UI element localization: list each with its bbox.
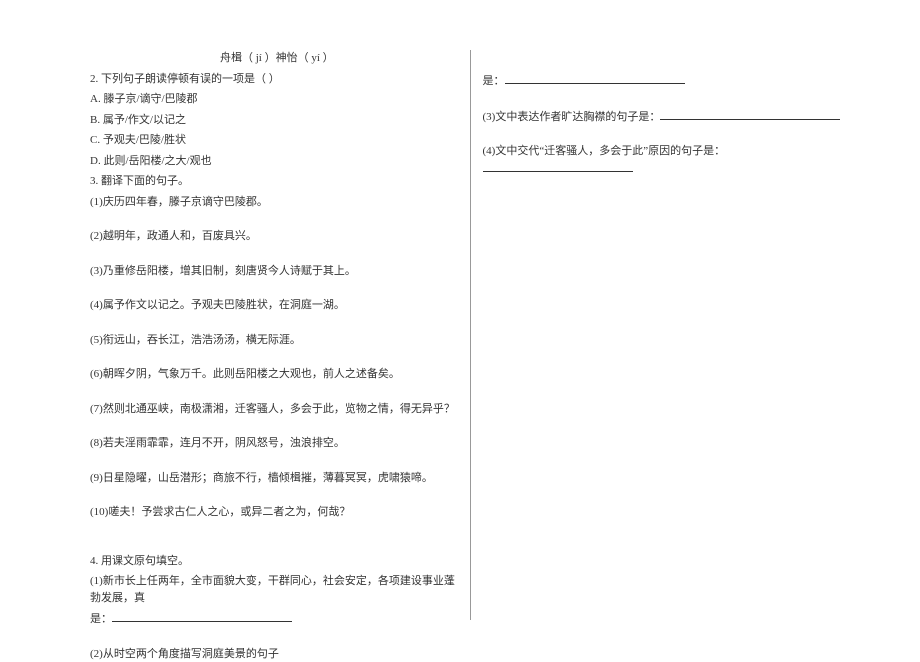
- q3-item-6: (6)朝晖夕阴，气象万千。此则岳阳楼之大观也，前人之述备矣。: [90, 366, 458, 383]
- q3-item-1: (1)庆历四年春，滕子京谪守巴陵郡。: [90, 194, 458, 211]
- right-line-4: (4)文中交代“迁客骚人，多会于此”原因的句子是：: [483, 143, 851, 177]
- q3-item-8: (8)若夫淫雨霏霏，连月不开，阴风怒号，浊浪排空。: [90, 435, 458, 452]
- option-b: B. 属予/作文/以记之: [90, 112, 458, 129]
- blank-line: [483, 160, 633, 172]
- q3-item-3: (3)乃重修岳阳楼，增其旧制，刻唐贤今人诗赋于其上。: [90, 263, 458, 280]
- right-line-1: 是：: [483, 72, 851, 90]
- q3-item-7: (7)然则北通巫峡，南极潇湘，迁客骚人，多会于此，览物之情，得无异乎？: [90, 401, 458, 418]
- q4-item-1b: 是：: [90, 610, 458, 628]
- q3-item-2: (2)越明年，政通人和，百废具兴。: [90, 228, 458, 245]
- q4-item-1: (1)新市长上任两年，全市面貌大变，干群同心，社会安定，各项建设事业蓬勃发展，真: [90, 573, 458, 606]
- question-4: 4. 用课文原句填空。: [90, 553, 458, 570]
- left-column: 舟楫（ jí ）神怡（ yí ） 2. 下列句子朗读停顿有误的一项是（ ） A.…: [90, 50, 471, 620]
- blank-line: [112, 610, 292, 622]
- option-a: A. 滕子京/谪守/巴陵郡: [90, 91, 458, 108]
- q3-item-4: (4)属予作文以记之。予观夫巴陵胜状，在洞庭一湖。: [90, 297, 458, 314]
- question-3: 3. 翻译下面的句子。: [90, 173, 458, 190]
- question-2: 2. 下列句子朗读停顿有误的一项是（ ）: [90, 71, 458, 88]
- q4-1b-label: 是：: [90, 613, 112, 625]
- option-d: D. 此则/岳阳楼/之大/观也: [90, 153, 458, 170]
- q3-item-5: (5)衔远山，吞长江，浩浩汤汤，横无际涯。: [90, 332, 458, 349]
- r4-label: (4)文中交代“迁客骚人，多会于此”原因的句子是：: [483, 145, 726, 157]
- right-line-3: (3)文中表达作者旷达胸襟的句子是：: [483, 108, 851, 126]
- q4-item-2: (2)从时空两个角度描写洞庭美景的句子: [90, 646, 458, 662]
- q3-item-10: (10)嗟夫！予尝求古仁人之心，或异二者之为，何哉？: [90, 504, 458, 521]
- option-c: C. 予观夫/巴陵/胜状: [90, 132, 458, 149]
- right-column: 是： (3)文中表达作者旷达胸襟的句子是： (4)文中交代“迁客骚人，多会于此”…: [471, 50, 851, 620]
- pinyin-header: 舟楫（ jí ）神怡（ yí ）: [90, 50, 458, 67]
- r1-label: 是：: [483, 75, 505, 87]
- r3-label: (3)文中表达作者旷达胸襟的句子是：: [483, 111, 661, 123]
- q3-item-9: (9)日星隐曜，山岳潜形；商旅不行，樯倾楫摧，薄暮冥冥，虎啸猿啼。: [90, 470, 458, 487]
- blank-line: [505, 72, 685, 84]
- blank-line: [660, 108, 840, 120]
